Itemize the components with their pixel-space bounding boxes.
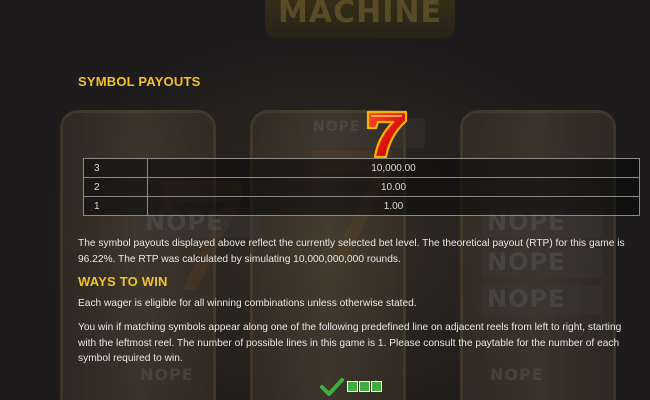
check-icon (320, 378, 344, 396)
symbol-payout-table: 3 10,000.00 2 10.00 1 1.00 (83, 158, 640, 216)
payout-row: 3 10,000.00 (83, 158, 640, 178)
symbol-payouts-note: The symbol payouts displayed above refle… (78, 238, 625, 265)
paytable-content: SYMBOL PAYOUTS 3 10,000.00 2 10.00 1 1.00 The… (0, 0, 650, 400)
ways-to-win-paragraph-1: Each wager is eligible for all winning c… (78, 298, 417, 309)
payout-value: 1.00 (147, 196, 640, 216)
ways-to-win-heading: WAYS TO WIN (78, 274, 168, 289)
payout-symbol-count: 2 (83, 177, 148, 197)
payout-value: 10.00 (147, 177, 640, 197)
payline-cell (359, 381, 370, 392)
ways-to-win-paragraph-2: You win if matching symbols appear along… (78, 322, 622, 365)
payout-row: 2 10.00 (83, 177, 640, 197)
payout-symbol-count: 3 (83, 158, 148, 178)
red-seven-icon (366, 110, 408, 159)
payline-cell (347, 381, 358, 392)
payout-row: 1 1.00 (83, 196, 640, 216)
payline-cell (371, 381, 382, 392)
symbol-payouts-heading: SYMBOL PAYOUTS (78, 74, 201, 89)
payout-value: 10,000.00 (147, 158, 640, 178)
payout-symbol-count: 1 (83, 196, 148, 216)
